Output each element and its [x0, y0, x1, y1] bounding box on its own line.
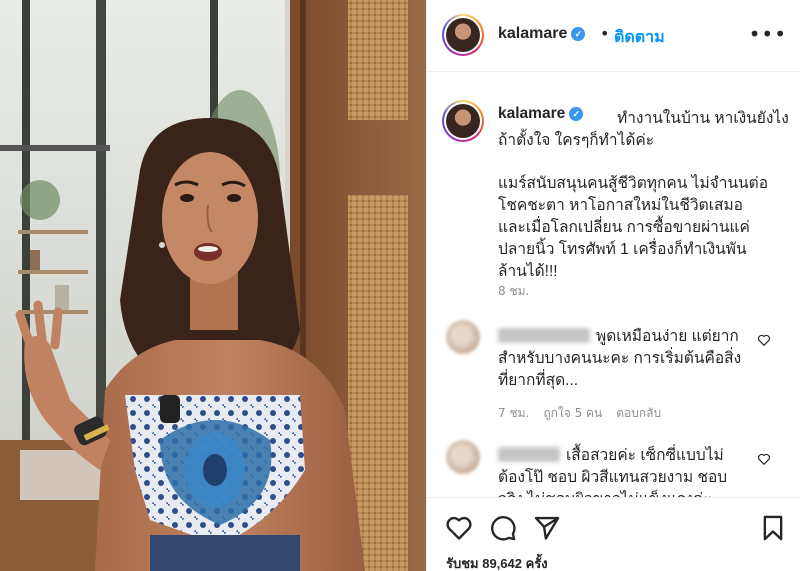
caption-line-2: ถ้าตั้งใจ ใครๆก็ทำได้ค่ะ [498, 132, 655, 149]
commenter-avatar[interactable] [446, 320, 480, 354]
comment-line-3: ที่ยากที่สุด... [498, 372, 579, 389]
follow-button[interactable]: ติดตาม [614, 25, 665, 50]
commenter-username[interactable] [498, 328, 590, 343]
post-video[interactable] [0, 0, 426, 571]
comment-meta: 7 ชม. ถูกใจ 5 คน ตอบกลับ [498, 404, 675, 423]
comment-heart-icon[interactable] [757, 333, 771, 347]
comment-likes[interactable]: ถูกใจ 5 คน [543, 406, 602, 420]
post-panel: kalamare ✓ • ติดตาม ••• kalamare ✓ ทำงานใน… [426, 0, 800, 571]
author-username[interactable]: kalamare ✓ [498, 25, 586, 43]
bookmark-icon[interactable] [759, 514, 787, 542]
caption-line-7: ล้านได้!!! [498, 263, 558, 280]
commenter-avatar[interactable] [446, 440, 480, 474]
verified-badge-icon: ✓ [571, 27, 586, 41]
paper-plane-icon[interactable] [533, 514, 561, 542]
caption-username[interactable]: kalamare ✓ [498, 105, 584, 123]
commenter-username[interactable] [498, 447, 560, 462]
caption-avatar[interactable] [442, 100, 484, 142]
verified-badge-icon: ✓ [569, 107, 584, 121]
comment-timestamp[interactable]: 7 ชม. [498, 406, 529, 420]
view-count[interactable]: รับชม 89,642 ครั้ง [446, 553, 548, 571]
video-frame-image [0, 0, 426, 571]
heart-icon[interactable] [445, 514, 473, 542]
post-header: kalamare ✓ • ติดตาม ••• [427, 0, 800, 72]
more-horizontal-icon[interactable]: ••• [749, 22, 787, 46]
comment-heart-icon[interactable] [757, 452, 771, 466]
comment-icon[interactable] [489, 514, 517, 542]
header-separator: • [600, 24, 610, 43]
author-avatar[interactable] [442, 14, 484, 56]
reply-button[interactable]: ตอบกลับ [616, 406, 661, 420]
caption-timestamp[interactable]: 8 ชม. [498, 282, 529, 301]
